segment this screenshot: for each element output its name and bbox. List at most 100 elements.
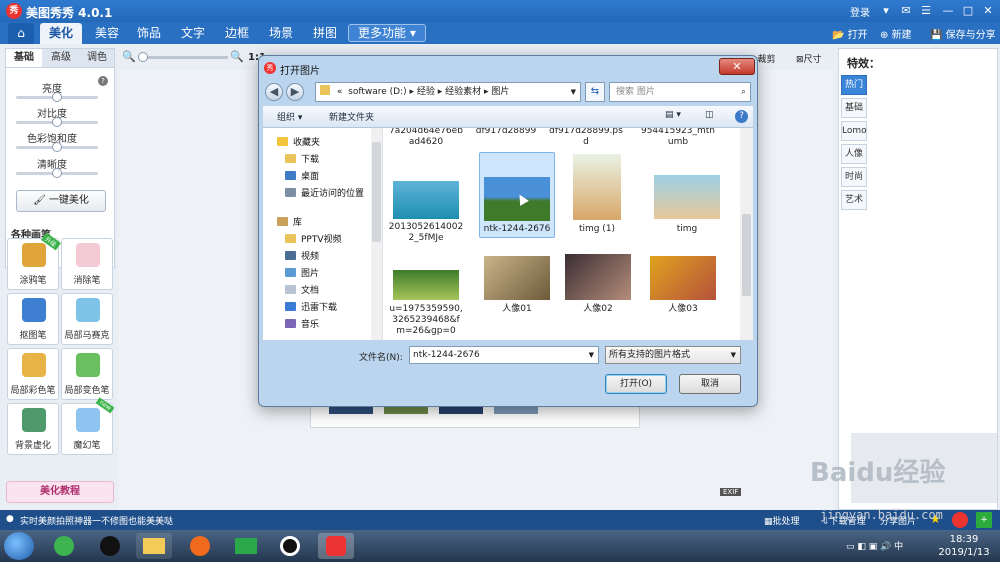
dialog-close-button[interactable]: ✕: [719, 58, 755, 75]
tab-accessories[interactable]: 饰品: [128, 23, 170, 44]
filetype-dropdown-icon[interactable]: ▼: [731, 347, 736, 363]
sharpness-slider[interactable]: [16, 168, 98, 178]
subtab-color[interactable]: 调色: [79, 49, 115, 67]
tree-pptv[interactable]: PPTV视频: [285, 233, 342, 247]
file-thumbnail[interactable]: [393, 270, 459, 300]
tree-desktop[interactable]: 桌面: [285, 170, 319, 184]
taskbar-video-icon[interactable]: [228, 533, 264, 559]
taskbar-explorer-icon[interactable]: [136, 533, 172, 559]
tab-text[interactable]: 文字: [172, 23, 214, 44]
recent-thumb[interactable]: [329, 406, 373, 414]
open-button[interactable]: 📂 打开: [832, 26, 868, 41]
taskbar-qq-icon[interactable]: [92, 533, 128, 559]
recent-thumb[interactable]: [439, 406, 483, 414]
path-segment-materials[interactable]: 经验素材: [445, 87, 481, 97]
brush-cutout[interactable]: 抠图笔: [7, 293, 59, 345]
tab-scenes[interactable]: 场景: [260, 23, 302, 44]
minimize-icon[interactable]: —: [940, 3, 956, 19]
sharpness-knob[interactable]: [52, 168, 62, 178]
more-features-dropdown[interactable]: 更多功能 ▾: [348, 24, 426, 42]
effect-tab-art[interactable]: 艺术: [841, 190, 867, 210]
tree-documents[interactable]: 文档: [285, 284, 319, 298]
weibo-icon[interactable]: [952, 512, 968, 528]
zoom-knob[interactable]: [138, 52, 148, 62]
path-segment-experience[interactable]: 经验: [417, 87, 435, 97]
subtab-basic[interactable]: 基础: [6, 49, 42, 67]
zoom-in-icon[interactable]: 🔍: [230, 50, 244, 63]
brush-doodle[interactable]: 升级 涂鸦笔: [7, 232, 61, 290]
file-caption[interactable]: df917d28899.ps d: [547, 128, 625, 148]
skin-icon[interactable]: ☰: [918, 3, 934, 19]
file-caption[interactable]: timg: [648, 224, 726, 235]
file-thumbnail[interactable]: [650, 256, 716, 300]
one-key-beautify-button[interactable]: 🖌 一键美化: [16, 190, 106, 212]
file-caption[interactable]: 人像01: [478, 304, 556, 315]
brush-mosaic[interactable]: 局部马赛克: [61, 293, 113, 345]
tree-pictures[interactable]: 图片: [285, 267, 319, 281]
zoom-out-icon[interactable]: 🔍: [122, 50, 136, 63]
subtab-advanced[interactable]: 高级: [43, 49, 79, 67]
start-button-icon[interactable]: [4, 532, 34, 560]
tree-scrollbar[interactable]: [371, 128, 382, 340]
file-caption[interactable]: timg (1): [558, 224, 636, 235]
beautify-tutorial-button[interactable]: 美化教程: [6, 481, 114, 503]
recent-thumb[interactable]: [384, 406, 428, 414]
menu-icon[interactable]: ▾: [878, 3, 894, 19]
brightness-knob[interactable]: [52, 92, 62, 102]
saturation-slider[interactable]: [16, 142, 98, 152]
tree-music[interactable]: 音乐: [285, 318, 319, 332]
effect-tab-portrait[interactable]: 人像: [841, 144, 867, 164]
tab-frames[interactable]: 边框: [216, 23, 258, 44]
file-caption[interactable]: df917d28899: [467, 128, 545, 137]
forward-icon[interactable]: ▶: [286, 83, 304, 101]
taskbar-clock[interactable]: 18:39 2019/1/13: [936, 533, 992, 559]
tab-beauty[interactable]: 美容: [86, 23, 128, 44]
tree-thunder[interactable]: 迅雷下载: [285, 301, 337, 315]
path-breadcrumb[interactable]: « software (D:) ▸ 经验 ▸ 经验素材 ▸ 图片 ▼: [315, 82, 581, 102]
effect-tab-hot[interactable]: 热门: [841, 75, 867, 95]
file-thumbnail[interactable]: [484, 256, 550, 300]
file-thumbnail[interactable]: [565, 254, 631, 300]
file-scrollbar[interactable]: [740, 128, 753, 340]
resize-button[interactable]: ⊠尺寸: [796, 52, 822, 65]
file-thumbnail[interactable]: [573, 154, 621, 220]
open-file-button[interactable]: 打开(O): [605, 374, 667, 394]
file-caption[interactable]: 954415923_mtn umb: [639, 128, 717, 148]
cancel-button[interactable]: 取消: [679, 374, 741, 394]
tree-videos[interactable]: 视频: [285, 250, 319, 264]
home-icon[interactable]: ⌂: [8, 23, 34, 44]
search-input[interactable]: 搜索 图片 ⌕: [609, 82, 751, 102]
tree-favorites[interactable]: 收藏夹: [277, 136, 320, 150]
file-caption[interactable]: u=1975359590, 3265239468&f m=26&gp=0: [387, 304, 465, 337]
file-caption[interactable]: ntk-1244-2676: [478, 224, 556, 235]
exif-badge[interactable]: EXIF: [720, 488, 742, 496]
brightness-slider[interactable]: [16, 92, 98, 102]
brush-eraser[interactable]: 消除笔: [61, 238, 113, 290]
effect-tab-lomo[interactable]: Lomo: [841, 121, 867, 141]
batch-button[interactable]: ▦批处理: [764, 514, 800, 527]
brush-blur-bg[interactable]: 背景虚化: [7, 403, 59, 455]
search-icon[interactable]: ⌕: [741, 83, 746, 101]
taskbar-meitu-icon[interactable]: [318, 533, 354, 559]
path-segment-drive[interactable]: software (D:): [348, 87, 407, 97]
preview-pane-icon[interactable]: ◫: [705, 110, 714, 120]
new-button[interactable]: ⊕ 新建: [880, 26, 912, 41]
message-icon[interactable]: ✉: [898, 3, 914, 19]
help-icon[interactable]: ?: [98, 76, 108, 86]
plus-icon[interactable]: +: [976, 512, 992, 528]
help-icon[interactable]: ?: [735, 110, 748, 123]
view-options-icon[interactable]: ▤ ▾: [665, 110, 681, 120]
file-caption[interactable]: 人像02: [559, 304, 637, 315]
recent-thumb[interactable]: [494, 406, 538, 414]
contrast-slider[interactable]: [16, 117, 98, 127]
file-caption[interactable]: 2013052614002 2_5fMJe: [387, 222, 465, 244]
taskbar-record-icon[interactable]: [272, 533, 308, 559]
new-folder-button[interactable]: 新建文件夹: [329, 110, 374, 123]
back-icon[interactable]: ◀: [265, 83, 283, 101]
promo-text[interactable]: 实时美颜拍照神器一不修图也能美美哒: [20, 514, 173, 527]
refresh-icon[interactable]: ⇆: [585, 82, 605, 102]
brush-recolor[interactable]: 局部变色笔: [61, 348, 113, 400]
brush-magic[interactable]: new 魔幻笔: [61, 397, 115, 455]
file-thumbnail[interactable]: [654, 175, 720, 219]
taskbar-360-icon[interactable]: [46, 533, 82, 559]
